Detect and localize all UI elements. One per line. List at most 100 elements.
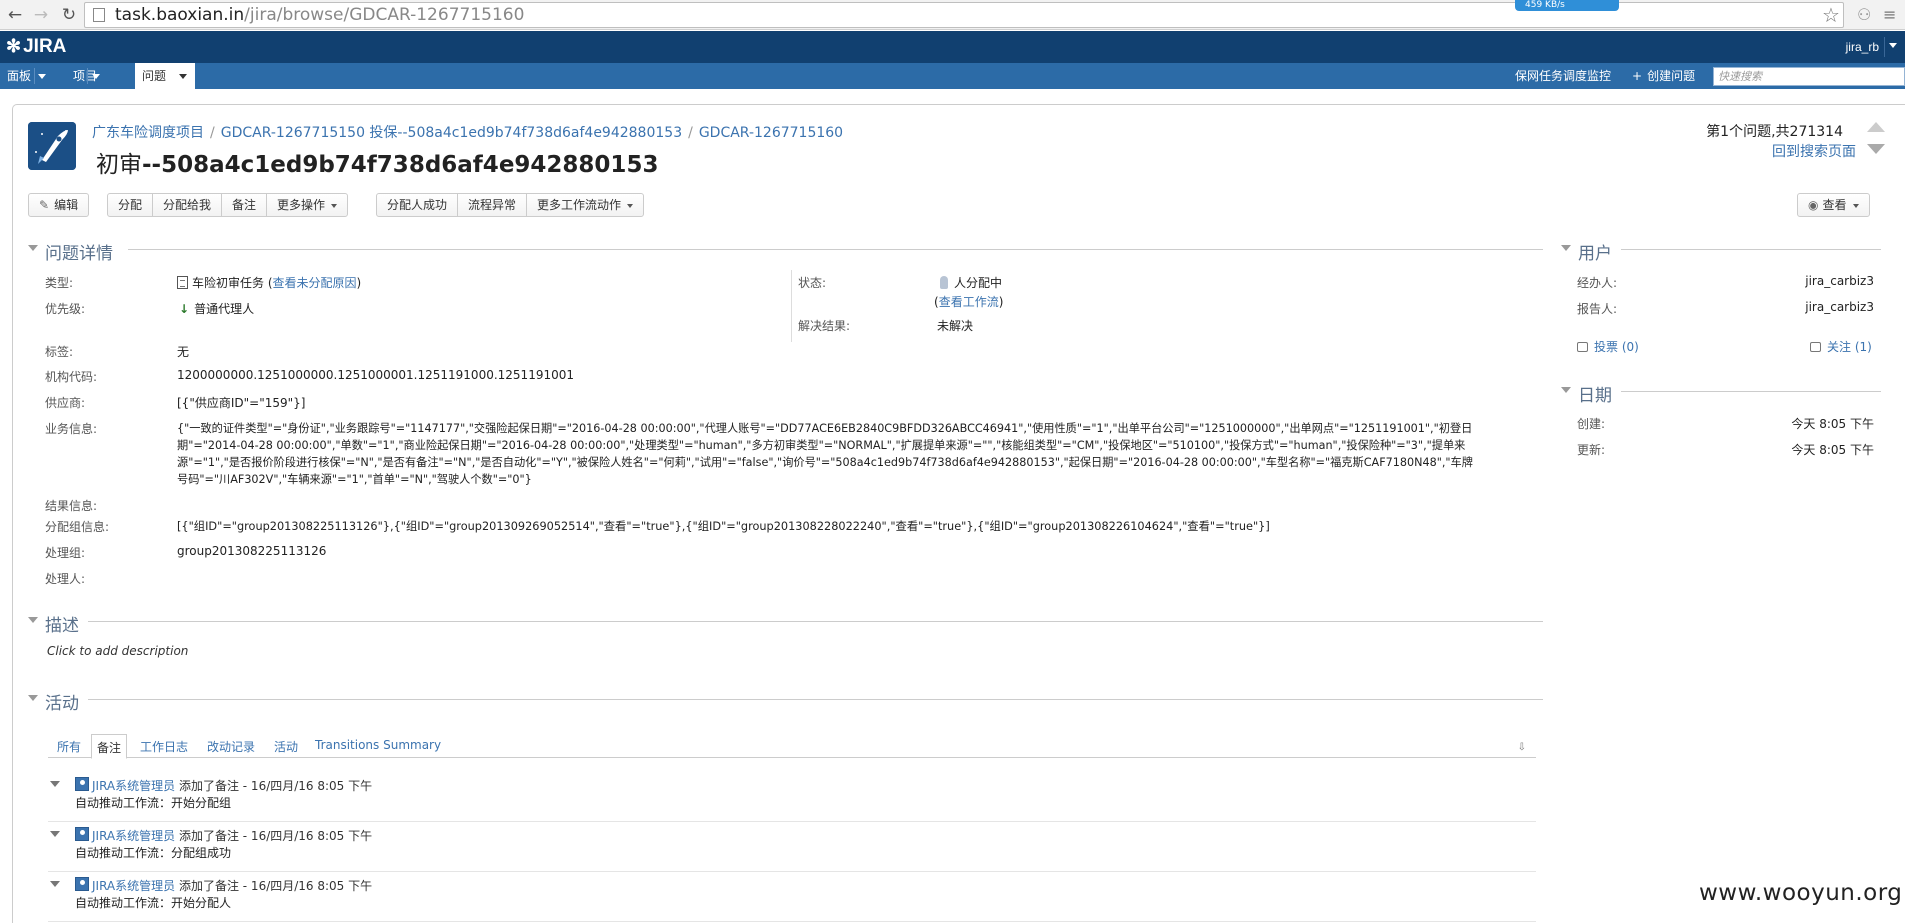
comment-author[interactable]: JIRA系统管理员 (92, 879, 175, 893)
comment-header: JIRA系统管理员 添加了备注 - 16/四月/16 8:05 下午 (92, 877, 372, 894)
header-divider (1621, 391, 1881, 392)
flow-error-button[interactable]: 流程异常 (458, 194, 528, 216)
avatar[interactable] (75, 777, 89, 791)
extension-icon[interactable]: ⚇ (1857, 5, 1871, 24)
nav-separator (87, 68, 88, 84)
description-placeholder[interactable]: Click to add description (47, 644, 188, 658)
url-path: /jira/browse/GDCAR-1267715160 (244, 5, 525, 25)
watch-link[interactable]: 关注 (1) (1810, 338, 1872, 355)
chevron-down-icon[interactable] (38, 74, 46, 79)
details-module-header[interactable]: 问题详情 (28, 239, 1543, 264)
tab-worklog[interactable]: 工作日志 (140, 738, 188, 755)
column-divider (791, 270, 792, 342)
unassigned-reason-link[interactable]: 查看未分配原因 (273, 276, 357, 290)
assign-to-me-button[interactable]: 分配给我 (153, 194, 223, 216)
tab-activity[interactable]: 活动 (274, 738, 298, 755)
comment-author[interactable]: JIRA系统管理员 (92, 779, 175, 793)
dates-module-header[interactable]: 日期 (1561, 381, 1881, 406)
bookmark-star-icon[interactable]: ☆ (1822, 3, 1840, 27)
tab-all[interactable]: 所有 (57, 738, 81, 755)
details-title: 问题详情 (45, 239, 121, 264)
collapse-icon[interactable] (1561, 245, 1571, 251)
breadcrumb-current[interactable]: GDCAR-1267715160 (699, 125, 843, 141)
chevron-down-icon[interactable] (179, 74, 187, 79)
comment-button[interactable]: 备注 (222, 194, 268, 216)
nav-tab-label: 问题 (142, 69, 167, 83)
priority-arrow-down-icon: ↓ (179, 302, 190, 316)
view-label: 查看 (1822, 198, 1847, 212)
org-code-label: 机构代码: (45, 370, 98, 384)
collapse-icon[interactable] (1561, 387, 1571, 393)
view-workflow-link[interactable]: 查看工作流 (939, 295, 999, 309)
org-code-value: 1200000000.1251000000.1251000001.1251191… (177, 368, 574, 382)
header-divider (1621, 249, 1881, 250)
collapse-icon[interactable] (50, 881, 60, 887)
sort-order-icon[interactable]: ⇩ (1518, 742, 1526, 753)
avatar[interactable] (75, 877, 89, 891)
jira-logo-text: JIRA (23, 36, 67, 57)
chevron-down-icon (627, 203, 634, 208)
previous-issue-icon[interactable] (1867, 122, 1885, 132)
nav-tab-projects[interactable]: 项目 (66, 63, 116, 89)
status-text: 人分配中 (954, 276, 1003, 290)
tab-transitions-summary[interactable]: Transitions Summary (315, 738, 441, 752)
view-workflow: (查看工作流) (934, 295, 1004, 309)
result-info-label: 结果信息: (45, 499, 98, 513)
breadcrumb-parent[interactable]: GDCAR-1267715150 投保--508a4c1ed9b74f738d6… (221, 125, 682, 141)
more-workflow-label: 更多工作流动作 (537, 198, 622, 212)
assignee-value[interactable]: jira_carbiz3 (1805, 274, 1874, 288)
tab-comments[interactable]: 备注 (91, 734, 128, 759)
nav-tab-issues[interactable]: 问题 (135, 63, 195, 89)
nav-tab-dashboards[interactable]: 面板 (0, 63, 50, 89)
description-module-header[interactable]: 描述 (28, 611, 1543, 636)
assign-success-button[interactable]: 分配人成功 (377, 194, 459, 216)
view-button[interactable]: ◉ 查看 (1798, 194, 1869, 216)
collapse-icon[interactable] (50, 781, 60, 787)
avatar[interactable] (75, 827, 89, 841)
collapse-icon[interactable] (28, 245, 38, 251)
back-icon[interactable]: ← (4, 4, 26, 26)
people-module-header[interactable]: 用户 (1561, 239, 1881, 264)
more-workflow-button[interactable]: 更多工作流动作 (527, 194, 643, 216)
next-issue-icon[interactable] (1867, 144, 1885, 154)
breadcrumb-project[interactable]: 广东车险调度项目 (92, 125, 204, 141)
header-divider (88, 699, 1543, 700)
jira-logo[interactable]: ✻ JIRA (6, 36, 66, 58)
collapse-icon[interactable] (28, 695, 38, 701)
edit-button[interactable]: ✎ 编辑 (29, 194, 88, 216)
user-menu[interactable]: jira_rb (1846, 40, 1879, 54)
more-actions-button[interactable]: 更多操作 (267, 194, 347, 216)
type-label: 类型: (45, 276, 74, 290)
reporter-value[interactable]: jira_carbiz3 (1805, 300, 1874, 314)
quick-search-input[interactable]: 快速搜索 (1713, 67, 1905, 86)
header-divider (88, 621, 1543, 622)
comment-item: JIRA系统管理员 添加了备注 - 16/四月/16 8:05 下午 自动推动工… (48, 822, 1536, 872)
back-to-search-link[interactable]: 回到搜索页面 (1772, 141, 1856, 161)
collapse-icon[interactable] (50, 831, 60, 837)
tab-history[interactable]: 改动记录 (207, 738, 255, 755)
assign-button[interactable]: 分配 (108, 194, 154, 216)
create-issue-button[interactable]: + 创建问题 (1632, 63, 1695, 89)
updated-value: 今天 8:05 下午 (1791, 443, 1874, 457)
comment-author[interactable]: JIRA系统管理员 (92, 829, 175, 843)
comment-meta: 添加了备注 - 16/四月/16 8:05 下午 (178, 829, 373, 843)
nav-link-monitor[interactable]: 保网任务调度监控 (1515, 63, 1611, 89)
reload-icon[interactable]: ↻ (58, 4, 80, 26)
activity-module-header[interactable]: 活动 (28, 689, 1543, 714)
vote-label: 投票 (0) (1594, 340, 1639, 354)
pencil-icon: ✎ (39, 198, 50, 212)
labels-value: 无 (177, 345, 190, 359)
browser-menu-icon[interactable]: ≡ (1883, 5, 1896, 24)
chevron-down-icon[interactable] (92, 74, 100, 79)
updated-label: 更新: (1577, 443, 1606, 457)
comment-meta: 添加了备注 - 16/四月/16 8:05 下午 (178, 779, 373, 793)
supplier-value: [{"供应商ID"="159"}] (177, 396, 306, 410)
project-avatar[interactable] (28, 122, 76, 170)
jira-navbar: 面板 项目 问题 保网任务调度监控 + 创建问题 快速搜索 (0, 63, 1905, 89)
collapse-icon[interactable] (28, 617, 38, 623)
group-info-label: 分配组信息: (45, 520, 110, 534)
forward-icon[interactable]: → (30, 4, 52, 26)
vote-link[interactable]: 投票 (0) (1577, 338, 1639, 355)
url-host: task.baoxian.in (115, 5, 245, 25)
user-menu-caret-icon[interactable] (1889, 43, 1897, 48)
